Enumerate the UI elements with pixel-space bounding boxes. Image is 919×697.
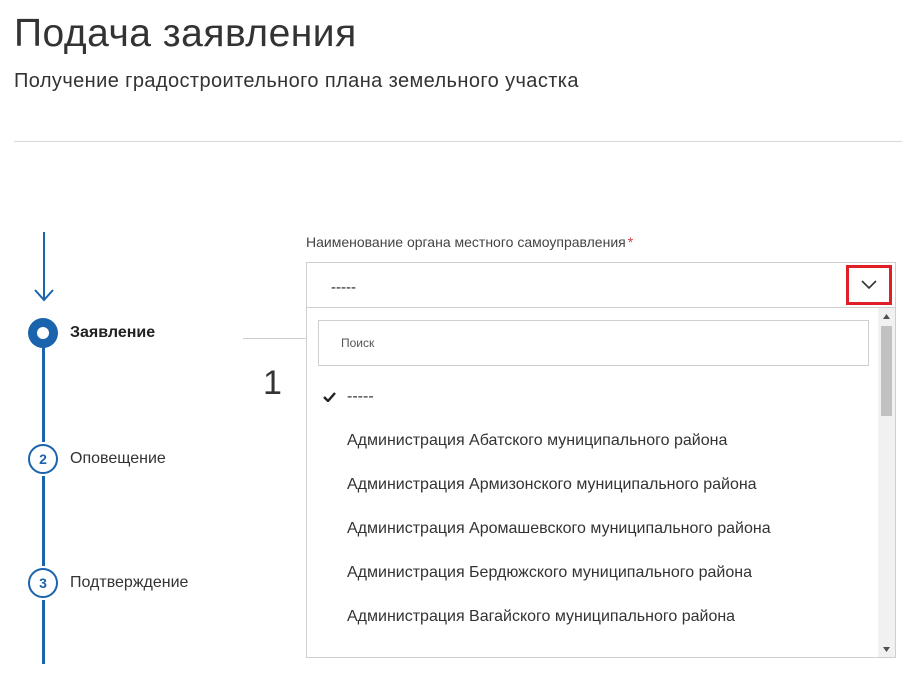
option-item[interactable]: Администрация Абатского муниципального р…	[307, 419, 879, 463]
section-divider	[243, 338, 313, 339]
field-label: Наименование органа местного самоуправле…	[306, 234, 633, 250]
field-label-text: Наименование органа местного самоуправле…	[306, 234, 626, 250]
scroll-up-icon[interactable]	[878, 308, 895, 325]
chevron-down-icon	[861, 280, 877, 290]
option-item[interactable]: Администрация Вагайского муниципального …	[307, 595, 879, 639]
scroll-down-icon[interactable]	[878, 641, 895, 657]
option-item[interactable]: -----	[307, 375, 879, 419]
stepper-connector	[42, 476, 45, 566]
arrow-down-icon	[34, 232, 54, 302]
options-list: ----- Администрация Абатского муниципаль…	[307, 375, 879, 639]
dropdown-panel: ----- Администрация Абатского муниципаль…	[306, 308, 896, 658]
option-label: Администрация Аромашевского муниципально…	[347, 520, 771, 537]
section-number: 1	[263, 364, 282, 402]
check-icon	[323, 375, 337, 419]
option-label: -----	[347, 388, 374, 405]
stepper-connector	[42, 600, 45, 664]
scroll-thumb[interactable]	[881, 326, 892, 416]
select-value: -----	[331, 279, 356, 296]
step-confirmation[interactable]: 3 Подтверждение	[28, 568, 188, 598]
dropdown-toggle-button[interactable]	[846, 265, 892, 305]
page-subtitle: Получение градостроительного плана земел…	[14, 70, 579, 92]
step-number: 3	[28, 568, 58, 598]
step-label: Подтверждение	[70, 574, 189, 591]
option-label: Администрация Вагайского муниципального …	[347, 608, 736, 625]
required-mark: *	[627, 234, 634, 250]
authority-select[interactable]: -----	[306, 262, 896, 308]
option-label: Администрация Бердюжского муниципального…	[347, 564, 752, 581]
option-label: Администрация Армизонского муниципальног…	[347, 476, 757, 493]
dropdown-scrollbar[interactable]	[878, 308, 895, 657]
step-application[interactable]: Заявление	[28, 318, 155, 348]
step-current-indicator-icon	[28, 318, 58, 348]
search-input[interactable]	[318, 320, 869, 366]
step-label: Оповещение	[70, 450, 166, 467]
option-item[interactable]: Администрация Армизонского муниципальног…	[307, 463, 879, 507]
header-divider	[14, 141, 902, 142]
step-label: Заявление	[70, 324, 156, 341]
step-number: 2	[28, 444, 58, 474]
stepper-connector	[42, 346, 45, 442]
step-notification[interactable]: 2 Оповещение	[28, 444, 166, 474]
page-title: Подача заявления	[14, 12, 357, 55]
option-label: Администрация Абатского муниципального р…	[347, 432, 728, 449]
option-item[interactable]: Администрация Аромашевского муниципально…	[307, 507, 879, 551]
option-item[interactable]: Администрация Бердюжского муниципального…	[307, 551, 879, 595]
